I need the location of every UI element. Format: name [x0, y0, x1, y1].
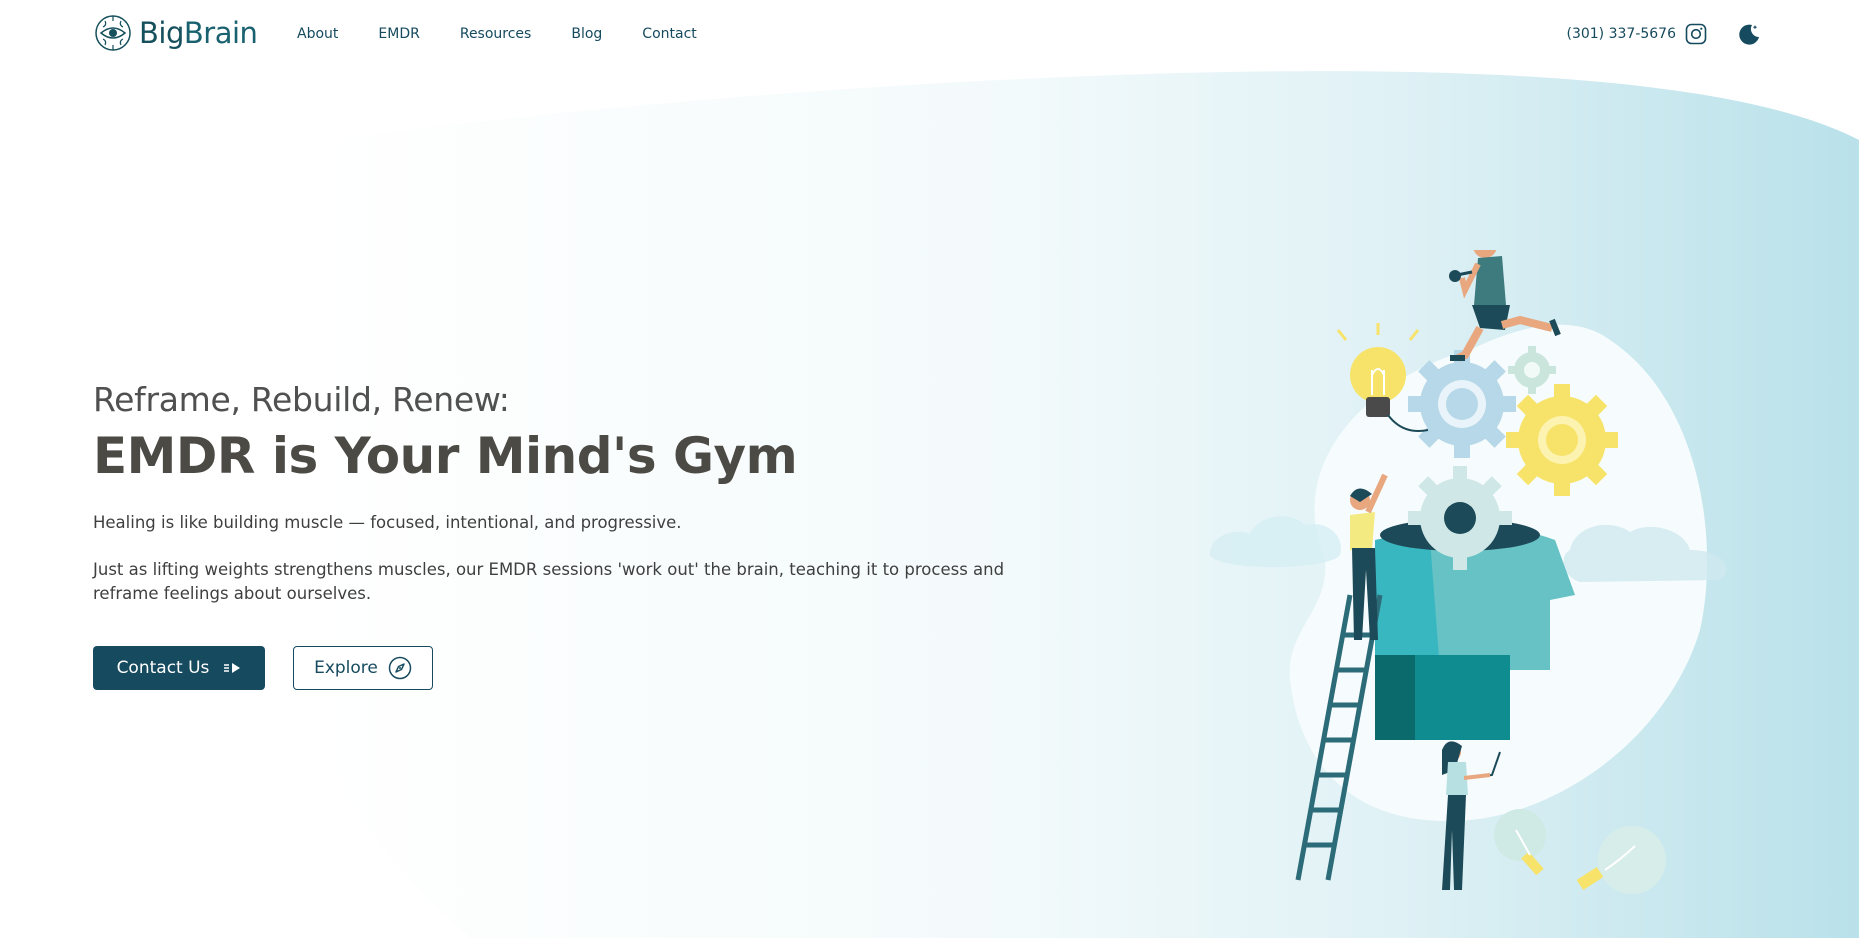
main-nav: About EMDR Resources Blog Contact: [297, 26, 737, 42]
header-tools: (301) 337-5676: [1567, 22, 1762, 46]
mind-gym-illustration: [1210, 250, 1727, 894]
nav-contact[interactable]: Contact: [642, 26, 696, 42]
hero-buttons: Contact Us Explore: [93, 646, 1053, 690]
phone-link[interactable]: (301) 337-5676: [1567, 26, 1677, 42]
moon-icon[interactable]: [1737, 22, 1761, 46]
instagram-icon[interactable]: [1685, 23, 1707, 45]
nav-emdr[interactable]: EMDR: [378, 26, 419, 42]
contact-us-button[interactable]: Contact Us: [93, 646, 265, 690]
hero-section: Reframe, Rebuild, Renew: EMDR is Your Mi…: [93, 380, 1053, 690]
head-neck-dark: [1375, 655, 1420, 740]
explore-label: Explore: [314, 658, 378, 678]
hero-headline: EMDR is Your Mind's Gym: [93, 427, 798, 485]
floor-bulbs: [1494, 809, 1666, 894]
explore-button[interactable]: Explore: [293, 646, 433, 690]
nav-about[interactable]: About: [297, 26, 338, 42]
nav-resources[interactable]: Resources: [460, 26, 532, 42]
head-front: [1375, 540, 1440, 670]
head-neck: [1415, 655, 1510, 740]
brand-logo[interactable]: BigBrain: [93, 13, 258, 53]
compass-icon: [388, 656, 412, 680]
site-header: BigBrain About EMDR Resources Blog Conta…: [0, 0, 1859, 70]
brand-name-bold: Brain: [183, 16, 258, 50]
brain-eye-logo-icon: [95, 15, 131, 51]
gear-yellow: [1506, 384, 1618, 496]
brand-name: BigBrain: [139, 16, 258, 50]
contact-us-label: Contact Us: [116, 658, 210, 678]
play-arrow-icon: [224, 663, 241, 673]
hero-paragraph-2: Just as lifting weights strengthens musc…: [93, 560, 1005, 603]
hero-paragraph-1: Healing is like building muscle — focuse…: [93, 513, 682, 532]
brand-name-light: Big: [139, 16, 184, 50]
nav-blog[interactable]: Blog: [571, 26, 602, 42]
hero-kicker: Reframe, Rebuild, Renew:: [93, 380, 510, 419]
gear-blue: [1408, 350, 1516, 458]
